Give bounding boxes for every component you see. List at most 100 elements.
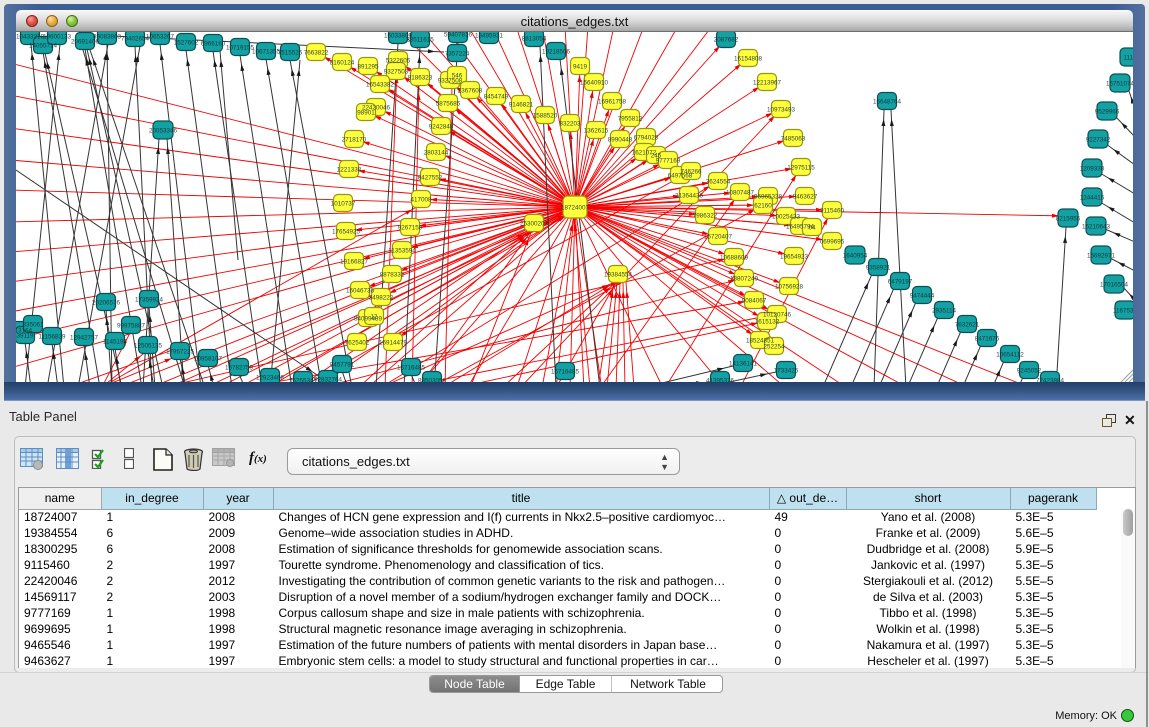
- svg-text:84099489: 84099489: [354, 315, 383, 322]
- svg-text:10719155: 10719155: [226, 44, 255, 51]
- svg-text:59407816: 59407816: [444, 32, 473, 38]
- svg-text:7986322: 7986322: [693, 212, 718, 219]
- svg-text:746266: 746266: [680, 168, 702, 175]
- svg-text:15716485: 15716485: [397, 364, 426, 371]
- svg-text:1640954: 1640954: [843, 252, 868, 259]
- svg-text:1733426: 1733426: [774, 367, 799, 374]
- svg-text:19384554: 19384554: [604, 271, 633, 278]
- svg-text:19600133: 19600133: [43, 33, 72, 40]
- svg-text:89083863: 89083863: [93, 33, 122, 40]
- svg-text:9463627: 9463627: [793, 193, 818, 200]
- svg-text:16210643: 16210643: [1082, 223, 1111, 230]
- svg-text:10807487: 10807487: [726, 189, 755, 196]
- svg-text:12942757: 12942757: [70, 334, 99, 341]
- svg-text:1221338: 1221338: [337, 166, 362, 173]
- svg-text:15692971: 15692971: [1087, 252, 1116, 259]
- svg-text:1362615: 1362615: [584, 127, 609, 134]
- svg-text:16154808: 16154808: [734, 55, 763, 62]
- svg-text:12: 12: [370, 313, 378, 320]
- svg-text:7632621: 7632621: [955, 321, 980, 328]
- svg-text:96965328: 96965328: [754, 193, 783, 200]
- svg-text:98901: 98901: [357, 109, 375, 116]
- svg-text:9419: 9419: [573, 63, 588, 70]
- svg-text:9245052: 9245052: [1017, 367, 1042, 374]
- svg-text:1010737: 1010737: [331, 200, 356, 207]
- svg-text:04: 04: [808, 224, 816, 231]
- svg-text:2367608: 2367608: [458, 87, 483, 94]
- svg-text:17016504: 17016504: [1100, 281, 1129, 288]
- svg-text:1167533: 1167533: [1113, 307, 1133, 314]
- svg-text:39119: 39119: [16, 332, 34, 339]
- svg-text:10120746: 10120746: [763, 311, 792, 318]
- svg-text:3498222: 3498222: [369, 294, 394, 301]
- svg-text:2803144: 2803144: [424, 149, 449, 156]
- svg-text:7357224: 7357224: [445, 50, 470, 57]
- svg-text:12213967: 12213967: [753, 79, 782, 86]
- svg-text:17957225: 17957225: [166, 348, 195, 355]
- svg-text:10025433: 10025433: [772, 213, 801, 220]
- svg-text:10756928: 10756928: [775, 283, 804, 290]
- svg-text:20053346: 20053346: [149, 127, 178, 134]
- svg-text:9777169: 9777169: [656, 157, 681, 164]
- svg-text:17359924: 17359924: [135, 296, 164, 303]
- svg-text:14055714: 14055714: [29, 42, 58, 49]
- svg-text:8186323: 8186323: [408, 74, 433, 81]
- svg-text:99975887: 99975887: [117, 322, 146, 329]
- svg-text:14136141: 14136141: [729, 360, 758, 367]
- svg-text:417008: 417008: [410, 196, 432, 203]
- svg-text:12923468: 12923468: [256, 374, 285, 381]
- svg-text:17654925: 17654925: [332, 228, 361, 235]
- svg-text:6966160: 6966160: [201, 40, 226, 47]
- svg-text:15640910: 15640910: [580, 79, 609, 86]
- svg-text:16046736: 16046736: [346, 287, 375, 294]
- svg-text:16961758: 16961758: [598, 98, 627, 105]
- svg-text:1112: 1112: [1123, 54, 1133, 61]
- svg-text:18807249: 18807249: [730, 275, 759, 282]
- svg-text:10671355: 10671355: [252, 48, 281, 55]
- svg-text:16543382: 16543382: [366, 81, 395, 88]
- svg-text:0699695: 0699695: [820, 238, 845, 245]
- svg-text:546: 546: [452, 72, 463, 79]
- svg-text:18495931: 18495931: [475, 32, 504, 39]
- svg-text:20206576: 20206576: [92, 299, 121, 306]
- svg-text:16914479: 16914479: [379, 339, 408, 346]
- svg-text:8878332: 8878332: [380, 271, 405, 278]
- svg-text:5875685: 5875685: [436, 100, 461, 107]
- svg-text:9327503: 9327503: [384, 68, 409, 75]
- svg-text:10958107: 10958107: [194, 355, 223, 362]
- svg-text:11353594: 11353594: [388, 247, 416, 254]
- svg-text:62160: 62160: [754, 202, 772, 209]
- svg-text:1588520: 1588520: [533, 112, 558, 119]
- svg-text:9457791: 9457791: [330, 361, 355, 368]
- svg-text:891295: 891295: [357, 63, 379, 70]
- svg-text:8990448: 8990448: [608, 136, 633, 143]
- svg-text:1244415: 1244415: [1080, 194, 1105, 201]
- svg-text:9358921: 9358921: [866, 264, 891, 271]
- svg-text:23511615: 23511615: [406, 36, 434, 43]
- svg-text:19218506: 19218506: [542, 48, 571, 55]
- svg-text:7955812: 7955812: [618, 115, 643, 122]
- svg-text:9227342: 9227342: [1086, 136, 1111, 143]
- svg-text:9529966: 9529966: [1095, 108, 1120, 115]
- svg-text:19166827: 19166827: [340, 258, 369, 265]
- svg-text:7515526: 7515526: [278, 49, 303, 56]
- svg-text:19654923: 19654923: [780, 253, 809, 260]
- svg-text:9115460: 9115460: [820, 207, 845, 214]
- svg-text:9084067: 9084067: [742, 297, 767, 304]
- svg-text:9146821: 9146821: [509, 101, 534, 108]
- svg-text:1145194: 1145194: [103, 338, 128, 345]
- svg-text:15751074: 15751074: [1106, 80, 1133, 87]
- svg-text:3624554: 3624554: [706, 178, 731, 185]
- svg-text:2935114: 2935114: [932, 307, 957, 314]
- svg-text:10688609: 10688609: [720, 254, 749, 261]
- svg-text:16648764: 16648764: [873, 98, 902, 105]
- svg-text:6794028: 6794028: [634, 134, 659, 141]
- svg-text:7485063: 7485063: [781, 135, 806, 142]
- svg-text:25300203: 25300203: [520, 220, 549, 227]
- svg-text:2087682: 2087682: [714, 36, 739, 43]
- svg-text:1209338: 1209338: [1080, 165, 1105, 172]
- svg-text:15720407: 15720407: [704, 233, 733, 240]
- svg-text:2718170: 2718170: [342, 136, 367, 143]
- svg-text:15716485: 15716485: [551, 368, 580, 375]
- svg-text:11156829: 11156829: [38, 333, 66, 340]
